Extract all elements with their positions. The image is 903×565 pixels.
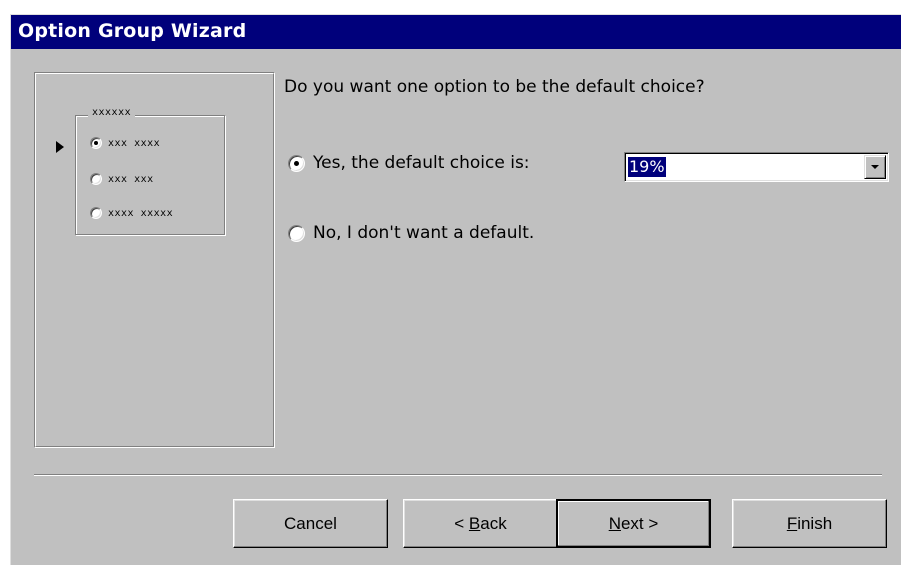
default-choice-value[interactable]: 19% [628,157,666,177]
yes-default-option[interactable]: Yes, the default choice is: [288,153,530,173]
next-label: Next > [609,514,659,533]
next-mnemonic: N [608,514,621,533]
preview-option-group: xxxxxx xxx xxxx xxx xxx xxxx xxxxx [75,107,225,235]
yes-radio[interactable] [288,154,305,172]
no-radio[interactable] [288,224,305,242]
no-label[interactable]: No, I don't want a default. [313,223,534,243]
preview-option: xxx xxx [90,171,154,187]
cancel-button[interactable]: Cancel [233,499,388,548]
preview-radio-icon [90,137,102,149]
default-pointer-icon [56,141,64,153]
next-rest: ext > [620,514,659,533]
finish-label: Finish [787,514,832,533]
preview-option: xxxx xxxxx [90,205,173,221]
back-label: < Back [454,514,506,533]
next-button[interactable]: Next > [556,499,711,548]
finish-mnemonic: F [786,514,798,533]
back-rest: ack [480,514,507,533]
finish-rest: inish [797,514,833,533]
preview-group-label: xxxxxx [88,107,136,118]
preview-option-label: xxx xxx [108,173,154,185]
preview-option-label: xxxx xxxxx [108,207,174,219]
preview-radio-icon [90,173,102,185]
preview-radio-icon [90,207,102,219]
wizard-window: Option Group Wizard xxxxxx xxx xxxx xxx … [10,14,901,565]
question-text: Do you want one option to be the default… [284,77,705,97]
preview-option: xxx xxxx [90,135,160,151]
dropdown-button[interactable] [864,155,886,179]
default-choice-dropdown[interactable]: 19% [624,152,889,182]
preview-panel: xxxxxx xxx xxxx xxx xxx xxxx xxxxx [34,72,275,448]
title-bar[interactable]: Option Group Wizard [11,15,901,49]
back-prefix: < [454,514,469,533]
back-button[interactable]: < Back [403,499,558,548]
preview-option-label: xxx xxxx [108,137,161,149]
window-title: Option Group Wizard [18,20,247,42]
no-default-option[interactable]: No, I don't want a default. [288,223,534,243]
back-mnemonic: B [468,514,481,533]
yes-label[interactable]: Yes, the default choice is: [313,153,530,173]
cancel-label: Cancel [284,514,337,533]
chevron-down-icon [871,165,879,169]
finish-button[interactable]: Finish [732,499,887,548]
separator-line [34,474,882,476]
